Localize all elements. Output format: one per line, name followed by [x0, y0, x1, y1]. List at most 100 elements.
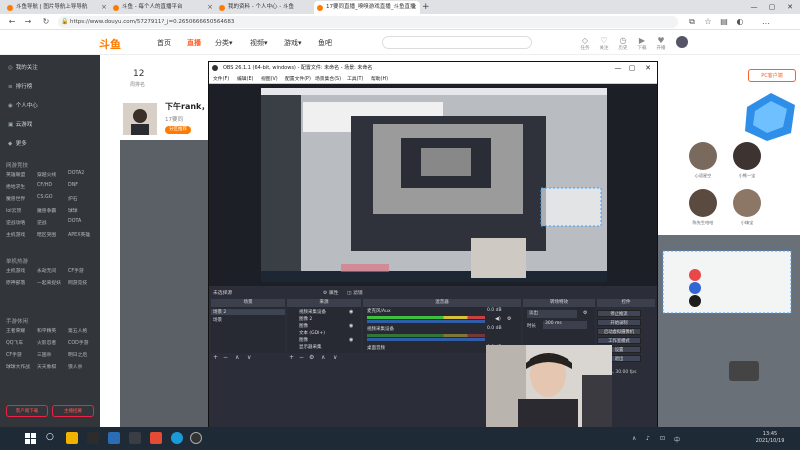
source-item[interactable]: 图像 — [299, 337, 308, 343]
sidebar-item-cloudgame[interactable]: ▣ 云游戏 — [8, 120, 32, 128]
app-icon[interactable] — [87, 432, 99, 444]
header-history[interactable]: ◷ 历史 — [616, 36, 630, 51]
pc-client-button[interactable]: PC客户端 — [748, 69, 796, 82]
taskbar-clock[interactable]: 13:45 2021/10/19 — [744, 431, 796, 445]
add-scene-icon[interactable]: + — [213, 354, 218, 361]
close-window-button[interactable]: ✕ — [782, 0, 798, 14]
browser-tab[interactable]: 我的资料 - 个人中心 - 斗鱼 × — [216, 1, 322, 14]
windows-start-icon[interactable] — [25, 433, 36, 444]
address-bar[interactable]: 🔒 https://www.douyu.com/5727911?_j=0.265… — [58, 16, 678, 28]
sidebar-category-link[interactable]: 魔兽世界 — [6, 195, 25, 202]
source-item[interactable]: 显示器采集 — [299, 344, 322, 350]
transition-select[interactable]: 淡出 — [527, 310, 577, 318]
visibility-eye-icon[interactable]: ◉ — [349, 309, 353, 315]
sidebar-category-link[interactable]: CF手游 — [68, 267, 84, 274]
network-icon[interactable]: ⊡ — [660, 435, 665, 442]
studio-mode-button[interactable]: 工作室模式 — [597, 337, 641, 344]
header-broadcast[interactable]: ♥ 开播 — [654, 36, 668, 51]
sidebar-category-link[interactable]: QQ飞车 — [6, 339, 23, 346]
sidebar-category-link[interactable]: 绝地求生 — [6, 183, 25, 190]
filters-button[interactable]: ◫ 滤镜 — [347, 289, 363, 296]
sidebar-category-link[interactable]: 暗区突围 — [37, 231, 56, 238]
sidebar-category-link[interactable]: 永劫无间 — [37, 267, 56, 274]
tab-close-icon[interactable]: × — [207, 1, 213, 14]
nav-category[interactable]: 分类▾ — [215, 38, 233, 48]
tab-close-icon[interactable]: × — [411, 1, 417, 14]
browser-tab[interactable]: 斗鱼导航 | 图片导航上导导航 × — [4, 1, 110, 14]
search-icon[interactable]: ○ — [46, 432, 54, 442]
move-up-icon[interactable]: ∧ — [235, 354, 239, 361]
virtual-camera-button[interactable]: 启动虚拟摄像机 — [597, 328, 641, 335]
obs-menu-edit[interactable]: 编辑(E) — [237, 75, 253, 82]
app-icon[interactable] — [150, 432, 162, 444]
sidebar-item-rank[interactable]: ≡ 排行榜 — [8, 82, 32, 90]
back-icon[interactable]: ← — [6, 16, 18, 28]
sidebar-category-link[interactable]: 主机游戏 — [6, 267, 25, 274]
header-task[interactable]: ◇ 任务 — [578, 36, 592, 51]
move-down-icon[interactable]: ∨ — [247, 354, 251, 361]
stop-streaming-button[interactable]: 停止推流 — [597, 310, 641, 317]
sidebar-category-link[interactable]: 球球 — [68, 207, 78, 214]
extensions-icon[interactable]: ⧉ — [686, 16, 698, 28]
source-item[interactable]: 图像 — [299, 323, 308, 329]
sidebar-category-link[interactable]: 第五人格 — [68, 327, 87, 334]
visibility-eye-icon[interactable]: ◉ — [349, 323, 353, 329]
sidebar-category-link[interactable]: 三国杀 — [37, 351, 51, 358]
fan-avatar[interactable] — [689, 189, 717, 217]
maximize-button[interactable]: ▢ — [764, 0, 780, 14]
sidebar-category-link[interactable]: 一起来捉妖 — [37, 279, 61, 286]
sidebar-category-link[interactable]: CS:GO — [37, 195, 53, 200]
sidebar-category-link[interactable]: 火影忍者 — [37, 339, 56, 346]
sidebar-category-link[interactable]: 英雄联盟 — [6, 171, 25, 178]
start-recording-button[interactable]: 开始录制 — [597, 319, 641, 326]
obs-minimize-button[interactable]: — — [611, 62, 625, 74]
mixer-volume-slider[interactable] — [367, 338, 485, 341]
client-download-button[interactable]: 客户端下载 — [6, 405, 48, 417]
sidebar-category-link[interactable]: 魔兽争霸 — [37, 207, 56, 214]
favorites-icon[interactable]: ☆ — [702, 16, 714, 28]
sidebar-category-link[interactable]: 天天象棋 — [37, 363, 56, 370]
header-follow[interactable]: ♡ 关注 — [597, 36, 611, 51]
duration-input[interactable]: 300 ms — [543, 321, 587, 329]
obs-menu-file[interactable]: 文件(F) — [213, 75, 229, 82]
scene-item[interactable]: 场景 2 — [211, 309, 285, 315]
obs-close-button[interactable]: ✕ — [641, 62, 655, 74]
remove-scene-icon[interactable]: − — [223, 354, 228, 361]
sidebar-category-link[interactable]: 穿越火线 — [37, 171, 56, 178]
sidebar-category-link[interactable]: 王者荣耀 — [6, 327, 25, 334]
add-source-icon[interactable]: + — [289, 354, 294, 361]
obs-maximize-button[interactable]: ▢ — [625, 62, 639, 74]
fan-avatar[interactable] — [733, 189, 761, 217]
sidebar-category-link[interactable]: 狼人杀 — [68, 363, 82, 370]
nav-game[interactable]: 游戏▾ — [284, 38, 302, 48]
fan-avatar[interactable] — [733, 142, 761, 170]
streamer-avatar[interactable] — [123, 103, 157, 135]
app-icon[interactable] — [66, 432, 78, 444]
app-icon[interactable] — [129, 432, 141, 444]
obs-menu-tools[interactable]: 工具(T) — [347, 75, 363, 82]
sidebar-category-link[interactable]: lol云顶 — [6, 207, 21, 214]
forward-icon[interactable]: → — [22, 16, 34, 28]
new-tab-button[interactable]: + — [422, 0, 430, 14]
obs-menu-view[interactable]: 视图(V) — [261, 75, 278, 82]
obs-menu-profile[interactable]: 配置文件(P) — [285, 75, 311, 82]
room-tag[interactable]: 分区推荐 — [165, 126, 191, 134]
properties-button[interactable]: ⚙ 属性 — [323, 289, 338, 296]
source-settings-icon[interactable]: ⚙ — [309, 354, 314, 361]
source-item[interactable]: 视频采集设备 — [299, 309, 326, 315]
sidebar-category-link[interactable]: CF/HD — [37, 183, 52, 188]
sidebar-category-link[interactable]: DOTA — [68, 219, 81, 224]
sidebar-category-link[interactable]: 球球大作战 — [6, 363, 30, 370]
header-download[interactable]: ▶ 下载 — [635, 36, 649, 51]
obs-preview-canvas[interactable] — [261, 88, 607, 282]
collections-icon[interactable]: ▤ — [718, 16, 730, 28]
transition-settings-icon[interactable]: ⚙ — [583, 310, 587, 316]
sidebar-category-link[interactable]: DNF — [68, 183, 78, 188]
visibility-eye-icon[interactable]: ◉ — [349, 337, 353, 343]
sidebar-category-link[interactable]: 和平精英 — [37, 327, 56, 334]
speaker-icon[interactable]: ◀) — [495, 316, 501, 322]
obs-menu-help[interactable]: 帮助(H) — [371, 75, 388, 82]
tab-close-icon[interactable]: × — [101, 1, 107, 14]
sidebar-category-link[interactable]: 炉石 — [68, 195, 78, 202]
reload-icon[interactable]: ↻ — [40, 16, 52, 28]
